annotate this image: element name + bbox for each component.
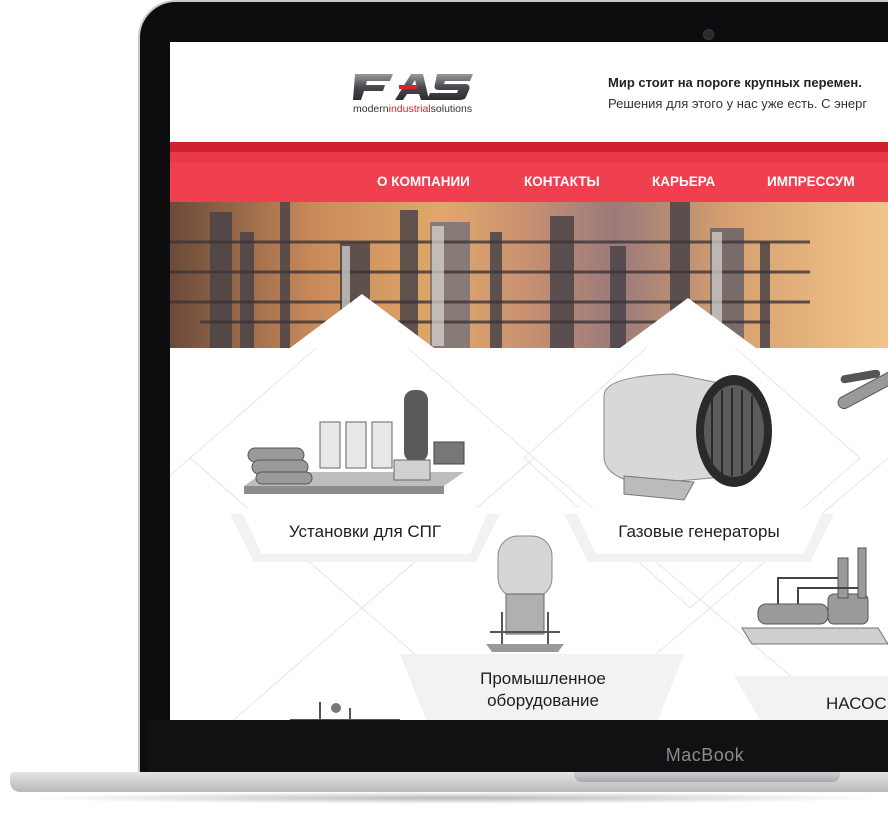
- industrial-tank-icon: [486, 535, 564, 652]
- product-label-pumps[interactable]: НАСОС: [826, 694, 888, 714]
- nav-item-contacts[interactable]: КОНТАКТЫ: [524, 162, 600, 202]
- product-tile-industrial[interactable]: [480, 532, 570, 652]
- gas-generator-icon: [603, 373, 772, 501]
- pump-unit-icon: [741, 547, 888, 645]
- product-tile-pumps[interactable]: [738, 538, 888, 658]
- product-tile-lng[interactable]: [234, 376, 474, 506]
- device-label: MacBook: [665, 745, 745, 765]
- browser-screen: modernindustrialsolutions Мир стоит на п…: [170, 42, 888, 720]
- nav-item-career[interactable]: КАРЬЕРА: [652, 162, 715, 202]
- hero-banner-image: [170, 202, 888, 348]
- webcam-icon: [703, 29, 714, 40]
- product-label-industrial-line1: Промышленное: [480, 669, 606, 688]
- logo-tagline: modernindustrialsolutions: [353, 103, 473, 115]
- header-stripe: [170, 142, 888, 152]
- product-label-lng[interactable]: Установки для СПГ: [230, 522, 500, 542]
- pipe-equipment-icon: [837, 368, 888, 409]
- site-header: modernindustrialsolutions Мир стоит на п…: [170, 42, 888, 142]
- product-label-industrial[interactable]: Промышленное оборудование: [430, 668, 656, 712]
- laptop-shadow: [20, 792, 888, 804]
- site-logo[interactable]: modernindustrialsolutions: [353, 70, 493, 118]
- nav-item-about[interactable]: О КОМПАНИИ: [377, 162, 470, 202]
- product-grid: Установки для СПГ Газовые генераторы Про…: [170, 348, 888, 720]
- intro-text: Решения для этого у нас уже есть. С энер…: [608, 96, 868, 111]
- laptop-notch: [574, 772, 840, 782]
- refinery-illustration-icon: [170, 202, 810, 348]
- product-tile-bottom-left[interactable]: [280, 694, 410, 720]
- nav-item-impressum[interactable]: ИМПРЕССУМ: [767, 162, 855, 202]
- lng-plant-icon: [244, 390, 465, 494]
- product-tile-generators[interactable]: [584, 366, 794, 506]
- product-label-industrial-line2: оборудование: [487, 691, 599, 710]
- intro-title: Мир стоит на пороге крупных перемен.: [608, 75, 862, 90]
- main-nav: О КОМПАНИИ КОНТАКТЫ КАРЬЕРА ИМПРЕССУМ: [170, 162, 888, 202]
- equipment-partial-icon: [290, 702, 400, 720]
- fas-logo-icon: [353, 74, 473, 100]
- header-stripe-light: [170, 152, 888, 162]
- product-tile-pipes[interactable]: [830, 368, 888, 450]
